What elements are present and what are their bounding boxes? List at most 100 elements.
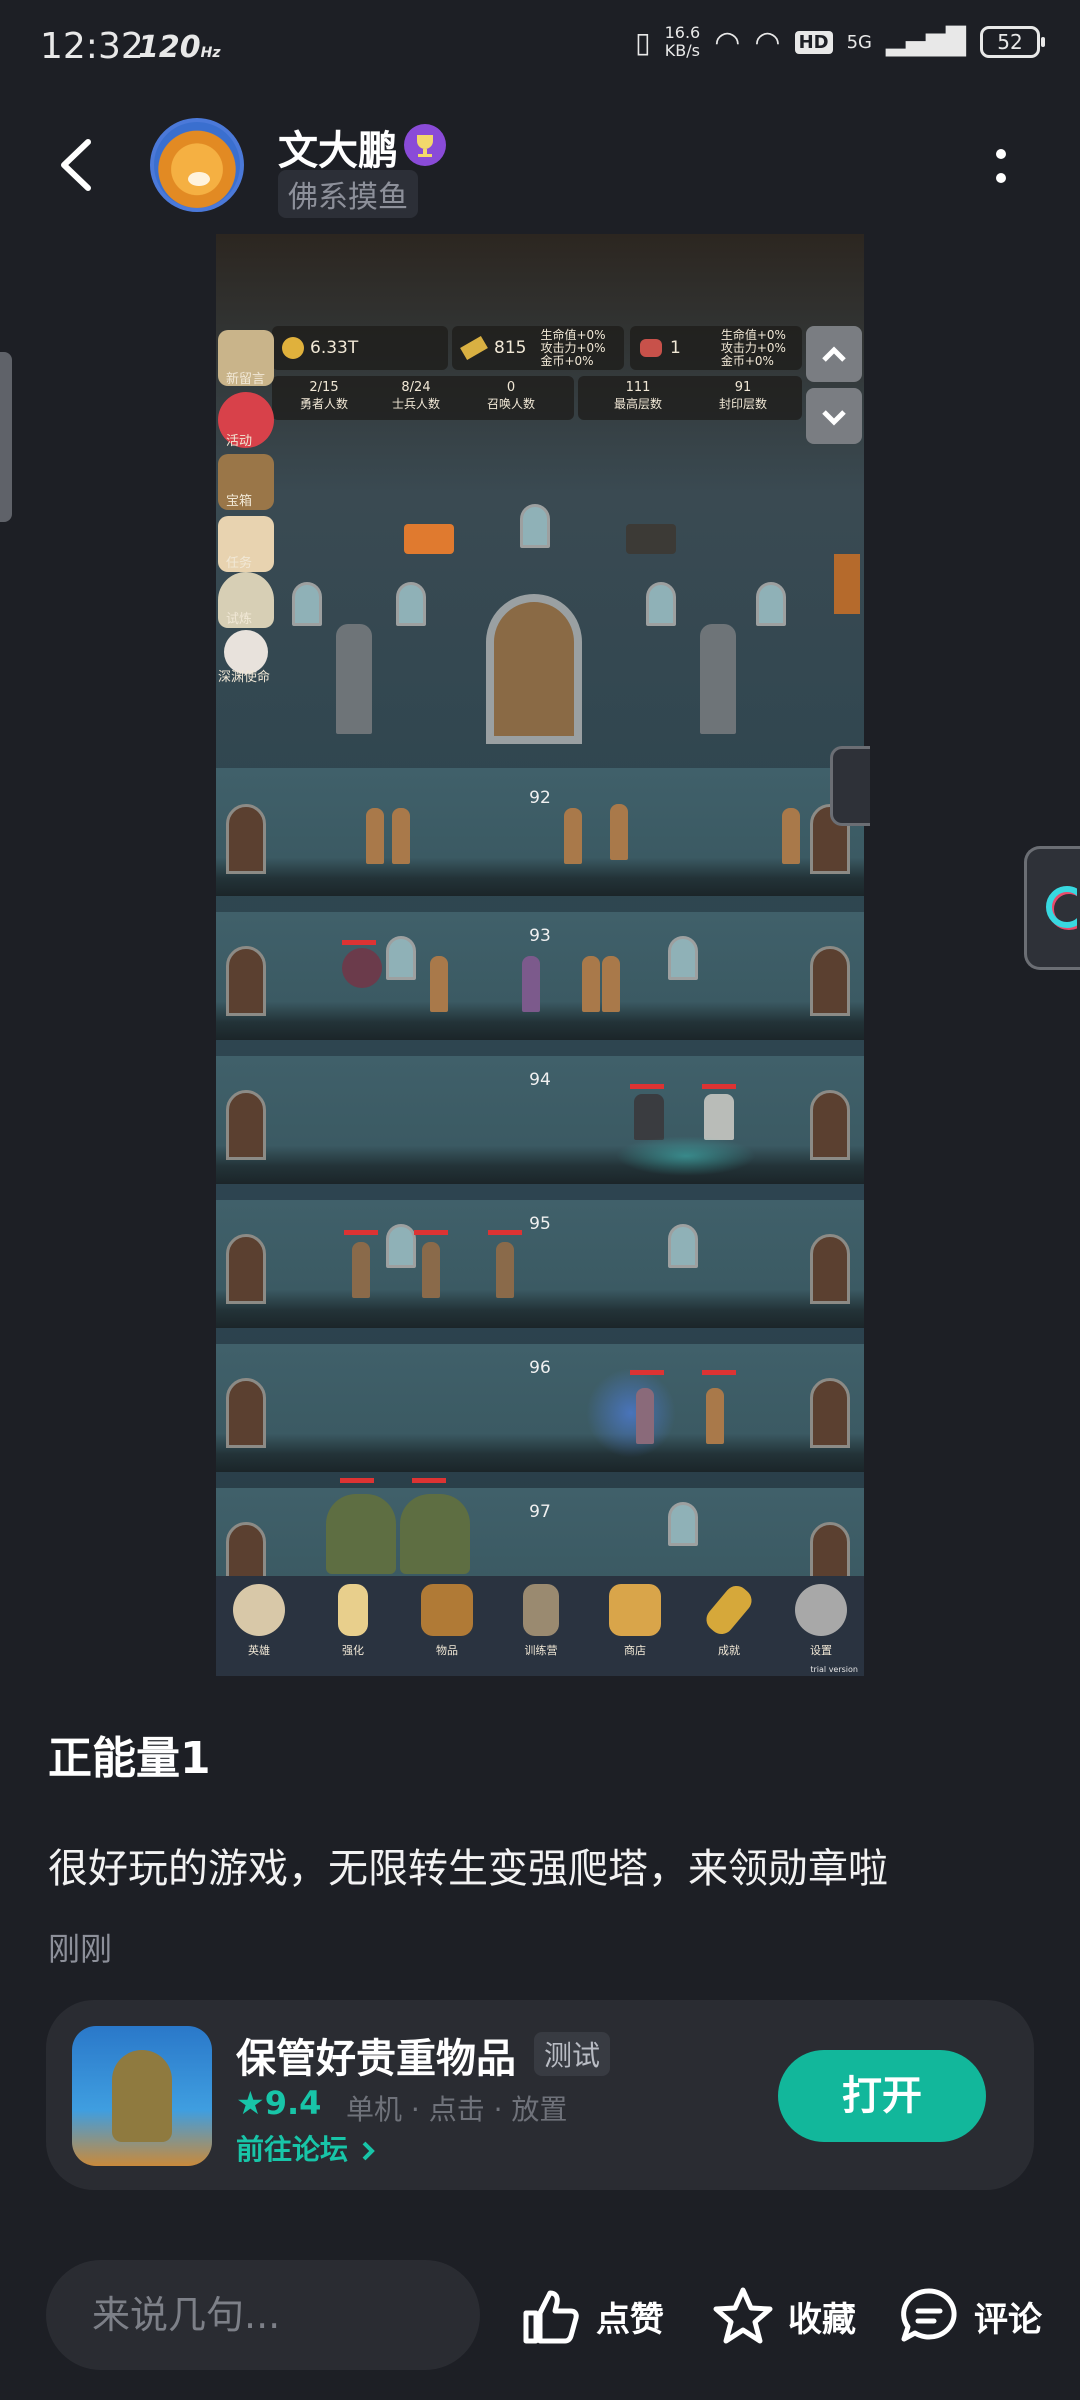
menu-items: 物品 <box>412 1584 482 1658</box>
game-rating: ★9.4 <box>236 2084 321 2122</box>
floor-window <box>668 936 698 980</box>
floor-door <box>810 946 850 1016</box>
meat-icon <box>640 339 662 357</box>
floor-window <box>668 1502 698 1546</box>
stat-atk-2: 攻击力+0% <box>720 340 786 355</box>
orc-enemy <box>326 1494 396 1574</box>
comment-label: 评论 <box>974 2299 1042 2340</box>
open-game-button[interactable]: 打开 <box>778 2050 986 2142</box>
side-menu-abyss-label: 深渊使命 <box>218 670 271 685</box>
floor-door <box>226 946 266 1016</box>
game-app-icon[interactable] <box>72 2026 212 2166</box>
hero-unit <box>522 956 540 1012</box>
floor-row: 93 <box>216 912 864 1040</box>
hd-badge: HD <box>794 30 833 54</box>
forum-link-label: 前往论坛 <box>236 2133 349 2166</box>
menu-items-label: 物品 <box>436 1644 458 1657</box>
net-speed-unit: KB/s <box>664 41 700 60</box>
beer-mug-icon <box>609 1584 661 1636</box>
status-time: 12:32 <box>40 26 144 67</box>
floor-door <box>810 1378 850 1448</box>
orc-enemy <box>400 1494 470 1574</box>
hero-unit <box>602 956 620 1012</box>
glow-effect <box>586 1368 676 1458</box>
back-icon[interactable] <box>56 138 96 192</box>
floor-row: 96 <box>216 1344 864 1472</box>
thumbs-up-icon <box>523 2290 579 2344</box>
avatar[interactable] <box>150 118 244 212</box>
like-label: 点赞 <box>596 2299 664 2340</box>
comment-icon <box>901 2288 957 2342</box>
seal-floor-label: 封印层数 <box>718 397 767 411</box>
favorite-button[interactable]: 收藏 <box>712 2284 856 2348</box>
side-menu-event-label: 活动 <box>226 434 253 449</box>
post-time: 刚刚 <box>48 1930 113 1968</box>
vibrate-icon: ▯ <box>635 25 651 59</box>
hero-count-box: 2/15 勇者人数 <box>282 380 366 412</box>
scroll-down-button <box>806 388 862 444</box>
more-options-icon[interactable] <box>995 148 1007 184</box>
menu-hero: 英雄 <box>224 1584 294 1658</box>
star-icon <box>713 2287 773 2344</box>
floor-window <box>386 936 416 980</box>
skeleton-enemy <box>352 1242 370 1298</box>
bat-enemy <box>342 948 382 988</box>
post-image[interactable]: 6.33T 815 生命值+0% 攻击力+0% 金币+0% 1 生命值+0% 攻… <box>216 234 864 1676</box>
chevron-down-icon <box>822 410 846 426</box>
meat-stats: 生命值+0% 攻击力+0% 金币+0% <box>720 327 786 368</box>
floating-assistant-button[interactable] <box>1024 846 1080 970</box>
stat-gold: 金币+0% <box>540 353 594 368</box>
side-menu-message-label: 新留言 <box>226 372 266 387</box>
game-card[interactable]: 保管好贵重物品 测试 ★9.4 单机 · 点击 · 放置 前往论坛 打开 <box>46 2000 1034 2190</box>
network-label: 5G <box>846 31 873 53</box>
side-menu-task-label: 任务 <box>226 556 253 571</box>
scroll-up-button <box>806 326 862 382</box>
book-icon <box>421 1584 473 1636</box>
signal-icon: ▂▄▆█ <box>886 27 966 57</box>
floor-number: 95 <box>529 1214 551 1234</box>
enemy-hp-bar <box>412 1478 446 1483</box>
summon-label: 召唤人数 <box>486 397 535 411</box>
hall-window <box>520 504 550 548</box>
stat-hp-2: 生命值+0% <box>720 327 786 342</box>
enemy-hp-bar <box>488 1230 522 1235</box>
like-button[interactable]: 点赞 <box>520 2284 664 2348</box>
menu-achievements: 成就 <box>694 1581 764 1658</box>
game-bottom-menu: 英雄 强化 物品 训练营 商店 成就 设置 trial version <box>216 1576 864 1676</box>
hero-unit <box>430 956 448 1012</box>
edge-panel-tab[interactable] <box>0 352 12 522</box>
enemy-hp-bar <box>342 940 376 945</box>
gear-icon <box>795 1584 847 1636</box>
summon-count-box: 0 召唤人数 <box>466 380 556 412</box>
hero-unit <box>366 808 384 864</box>
floor-window <box>668 1224 698 1268</box>
wifi-icon-2: ◠ <box>754 24 781 60</box>
seal-floor: 91 <box>734 380 752 395</box>
refresh-rate-value: 120 <box>138 30 201 65</box>
forum-link[interactable]: 前往论坛 <box>236 2128 378 2168</box>
hall-window <box>756 582 786 626</box>
floor-window <box>386 1224 416 1268</box>
hero-unit <box>582 956 600 1012</box>
floor-number: 92 <box>529 788 551 808</box>
wifi-icon: ◠ <box>714 24 741 60</box>
game-name[interactable]: 保管好贵重物品 <box>236 2026 516 2084</box>
username[interactable]: 文大鹏 <box>278 118 398 176</box>
refresh-rate: 120Hz <box>138 30 221 65</box>
hero-label: 勇者人数 <box>299 397 348 411</box>
comment-input[interactable]: 来说几句... <box>46 2260 480 2370</box>
floor-door <box>810 1234 850 1304</box>
test-tag: 测试 <box>534 2032 611 2076</box>
floor-row: 95 <box>216 1200 864 1328</box>
floor-number: 96 <box>529 1358 551 1378</box>
hero-unit <box>782 808 800 864</box>
enemy-unit <box>636 1388 654 1444</box>
floor-row: 94 <box>216 1056 864 1184</box>
enemy-hp-bar <box>344 1230 378 1235</box>
coin-icon <box>282 337 304 359</box>
comment-button[interactable]: 评论 <box>898 2284 1042 2348</box>
hero-unit <box>392 808 410 864</box>
hud-floors: 111 最高层数 91 封印层数 <box>578 376 802 420</box>
enemy-unit <box>706 1388 724 1444</box>
floating-assistant-small[interactable] <box>830 746 870 826</box>
